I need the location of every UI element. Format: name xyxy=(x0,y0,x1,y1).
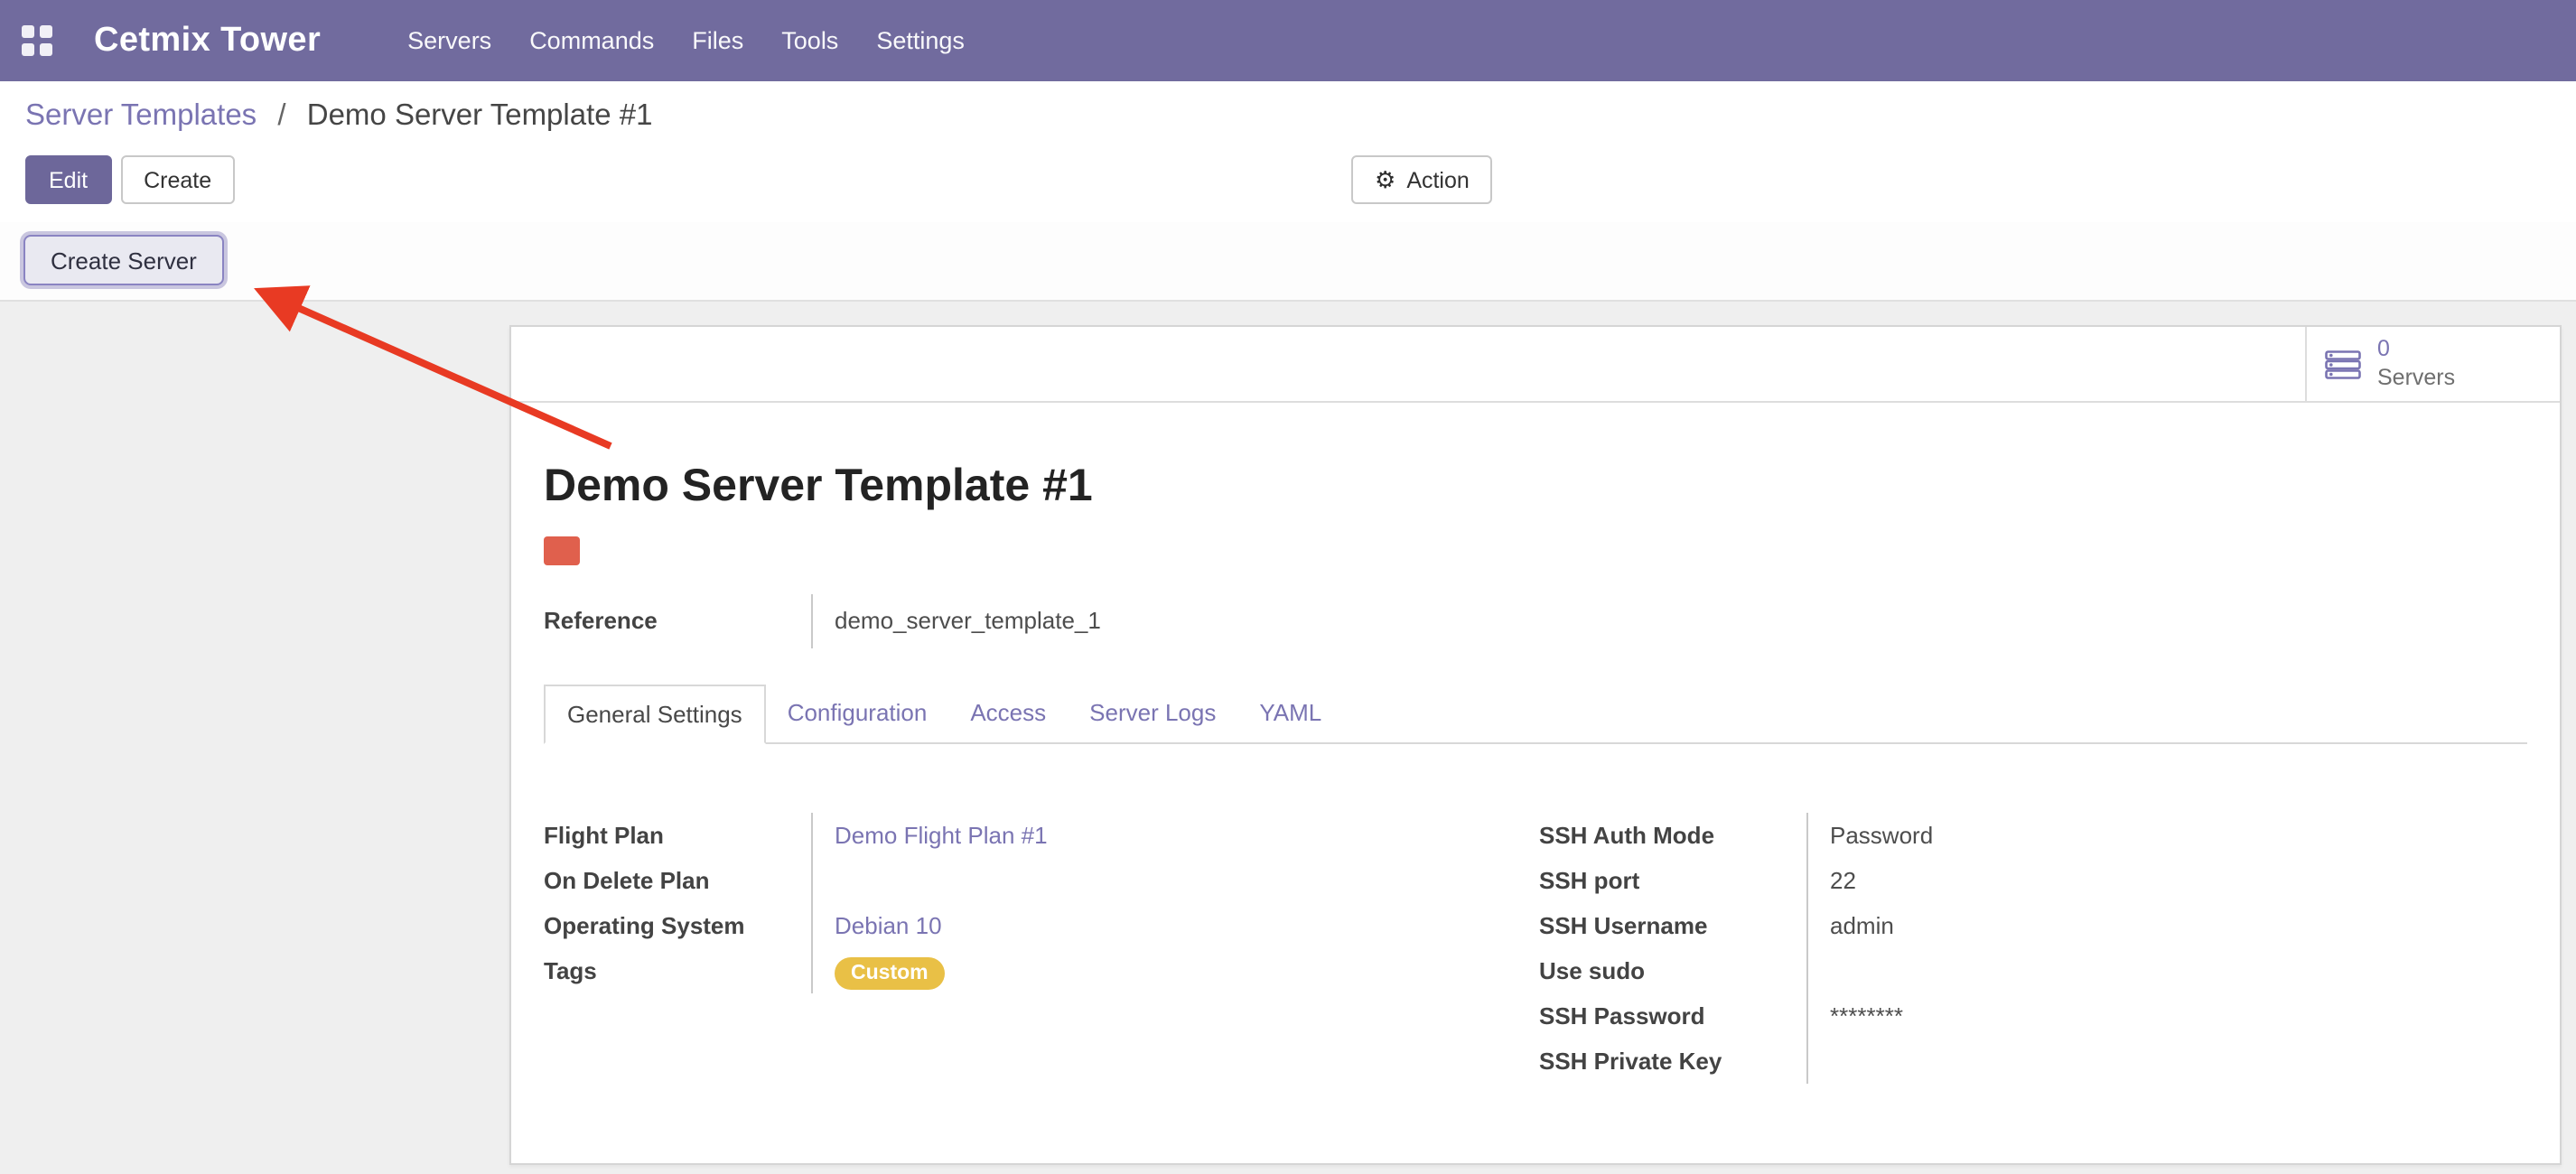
tab-general-settings[interactable]: General Settings xyxy=(544,685,766,744)
field-groups: Flight Plan On Delete Plan Operating Sys… xyxy=(544,813,2527,1084)
ssh-username-value: admin xyxy=(1830,903,2527,948)
color-swatch[interactable] xyxy=(544,536,580,565)
field-label-ssh-auth-mode: SSH Auth Mode xyxy=(1539,813,1806,858)
servers-count-label: Servers xyxy=(2377,364,2455,392)
action-menu-label: Action xyxy=(1406,167,1470,192)
action-menu-button[interactable]: ⚙ Action xyxy=(1351,155,1493,204)
gear-icon: ⚙ xyxy=(1375,168,1395,191)
ssh-auth-mode-value: Password xyxy=(1830,813,2527,858)
group-left: Flight Plan On Delete Plan Operating Sys… xyxy=(544,813,1539,1084)
menu-item-settings[interactable]: Settings xyxy=(876,27,965,54)
breadcrumb: Server Templates / Demo Server Template … xyxy=(25,96,2551,135)
edit-button[interactable]: Edit xyxy=(25,155,111,204)
field-label-operating-system: Operating System xyxy=(544,903,811,948)
create-button[interactable]: Create xyxy=(120,155,235,204)
servers-icon xyxy=(2325,349,2361,378)
stat-text: 0 Servers xyxy=(2377,336,2455,393)
group-right-values: Password 22 admin ******** xyxy=(1806,813,2527,1084)
control-panel: Server Templates / Demo Server Template … xyxy=(0,81,2576,302)
field-label-ssh-port: SSH port xyxy=(1539,858,1806,903)
main-menu: Servers Commands Files Tools Settings xyxy=(407,27,965,54)
field-label-ssh-username: SSH Username xyxy=(1539,903,1806,948)
tab-server-logs[interactable]: Server Logs xyxy=(1068,685,1237,742)
apps-grid-icon[interactable] xyxy=(22,24,54,57)
record-title: Demo Server Template #1 xyxy=(544,457,2527,515)
field-label-use-sudo: Use sudo xyxy=(1539,948,1806,993)
breadcrumb-parent-link[interactable]: Server Templates xyxy=(25,99,257,132)
group-right: SSH Auth Mode SSH port SSH Username Use … xyxy=(1539,813,2527,1084)
menu-item-servers[interactable]: Servers xyxy=(407,27,491,54)
on-delete-plan-value xyxy=(835,858,1539,903)
menu-item-commands[interactable]: Commands xyxy=(529,27,654,54)
form-sheet: 0 Servers Demo Server Template #1 Refere… xyxy=(509,325,2562,1165)
tag-badge-custom: Custom xyxy=(835,956,945,989)
field-label-flight-plan: Flight Plan xyxy=(544,813,811,858)
content-area: 0 Servers Demo Server Template #1 Refere… xyxy=(0,302,2576,1174)
field-label-ssh-private-key: SSH Private Key xyxy=(1539,1039,1806,1084)
ssh-port-value: 22 xyxy=(1830,858,2527,903)
button-box-strip: 0 Servers xyxy=(511,327,2560,403)
group-right-labels: SSH Auth Mode SSH port SSH Username Use … xyxy=(1539,813,1806,1084)
sheet-body: Demo Server Template #1 Reference demo_s… xyxy=(511,457,2560,1120)
tab-access[interactable]: Access xyxy=(948,685,1068,742)
use-sudo-value xyxy=(1830,948,2527,993)
field-label-on-delete-plan: On Delete Plan xyxy=(544,858,811,903)
ssh-private-key-value xyxy=(1830,1039,2527,1084)
reference-field: Reference demo_server_template_1 xyxy=(544,594,2527,648)
flight-plan-link[interactable]: Demo Flight Plan #1 xyxy=(835,822,1048,849)
operating-system-link[interactable]: Debian 10 xyxy=(835,912,942,939)
group-left-values: Demo Flight Plan #1 Debian 10 Custom xyxy=(811,813,1539,993)
field-label-tags: Tags xyxy=(544,948,811,993)
app-brand[interactable]: Cetmix Tower xyxy=(94,21,321,61)
tab-yaml[interactable]: YAML xyxy=(1237,685,1343,742)
group-left-labels: Flight Plan On Delete Plan Operating Sys… xyxy=(544,813,811,993)
app-window: Cetmix Tower Servers Commands Files Tool… xyxy=(0,0,2576,1174)
apps-grid-dot xyxy=(22,24,34,37)
reference-value: demo_server_template_1 xyxy=(811,594,2527,648)
breadcrumb-current: Demo Server Template #1 xyxy=(307,99,653,132)
menu-item-tools[interactable]: Tools xyxy=(781,27,838,54)
servers-stat-button[interactable]: 0 Servers xyxy=(2305,327,2560,401)
servers-count: 0 xyxy=(2377,336,2390,364)
notebook-tabs: General Settings Configuration Access Se… xyxy=(544,685,2527,744)
apps-grid-dot xyxy=(40,42,52,55)
menu-item-files[interactable]: Files xyxy=(692,27,743,54)
top-navbar: Cetmix Tower Servers Commands Files Tool… xyxy=(0,0,2576,81)
ssh-password-value: ******** xyxy=(1830,993,2527,1039)
tab-configuration[interactable]: Configuration xyxy=(766,685,949,742)
apps-grid-dot xyxy=(22,42,34,55)
create-server-button[interactable]: Create Server xyxy=(23,235,224,285)
apps-grid-dot xyxy=(40,24,52,37)
template-actions-row: Create Server xyxy=(0,222,2576,302)
breadcrumb-separator: / xyxy=(277,99,285,132)
reference-label: Reference xyxy=(544,594,811,648)
control-buttons-row: Edit Create ⚙ Action xyxy=(25,155,2551,204)
field-label-ssh-password: SSH Password xyxy=(1539,993,1806,1039)
